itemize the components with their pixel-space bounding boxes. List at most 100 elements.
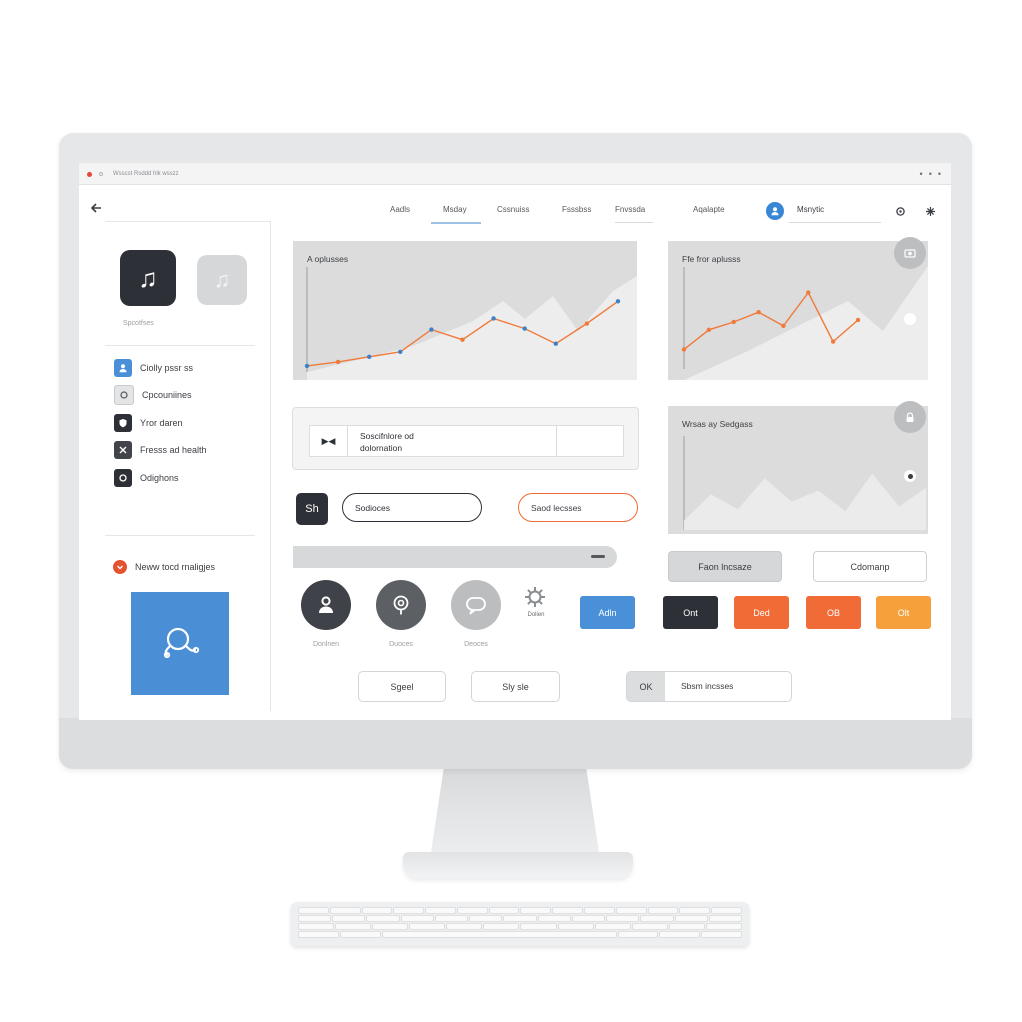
data-point — [855, 317, 861, 323]
sidebar-item-label: Fresss ad health — [140, 445, 207, 455]
gear-label: Dolien — [527, 612, 545, 618]
back-arrow-icon[interactable] — [89, 201, 103, 220]
circle-label-1: Donlnen — [312, 641, 340, 648]
tab-msday[interactable]: Msday — [431, 205, 481, 224]
data-point — [335, 359, 341, 365]
profile-avatar[interactable] — [766, 202, 784, 220]
circle-label-3: Deoces — [464, 641, 488, 648]
ont-button[interactable]: Ont — [663, 596, 718, 629]
chart-2-plot — [681, 266, 928, 380]
gear-icon[interactable] — [523, 585, 547, 614]
monitor-stand-base — [403, 852, 633, 878]
data-point — [706, 327, 712, 332]
sidebar-item-3[interactable]: Yror daren — [114, 413, 254, 433]
user-icon — [114, 359, 132, 377]
tab-fnvssda[interactable]: Fnvssda — [615, 205, 654, 223]
sidebar-item-2[interactable]: Cpcouniines — [114, 385, 254, 405]
adln-button[interactable]: Adln — [580, 596, 635, 629]
alert-label: Neww tocd rnaligjes — [135, 562, 216, 572]
ok-button[interactable]: OK — [627, 672, 665, 701]
circle-icon — [114, 469, 132, 487]
sidebar-item-label: Yror daren — [140, 418, 183, 428]
tab-fsssbss[interactable]: Fsssbss — [562, 205, 591, 222]
tab-aqalapte[interactable]: Aqalapte — [693, 205, 725, 222]
settings-icon[interactable] — [895, 204, 906, 222]
location-circle-icon[interactable] — [376, 580, 426, 630]
description-card: ▶◀ Soscifnlore od dolornation — [292, 407, 639, 470]
window-dot[interactable] — [99, 172, 103, 176]
chart-1-plot — [304, 267, 637, 380]
data-point — [553, 341, 558, 346]
chevron-down-icon — [113, 560, 127, 574]
progress-slider[interactable] — [293, 546, 617, 568]
chart-card-1: A oplusses — [293, 241, 637, 380]
camera-icon[interactable] — [894, 237, 926, 269]
description-field-end[interactable] — [557, 425, 624, 457]
close-window-dot[interactable] — [87, 172, 92, 177]
sgeel-button[interactable]: Sgeel — [358, 671, 446, 702]
sidebar-alert[interactable]: Neww tocd rnaligjes — [113, 560, 215, 574]
saod-lecsses-pill-button[interactable]: Saod lecsses — [518, 493, 638, 522]
user-icon — [771, 207, 779, 216]
circle-icon — [114, 385, 134, 405]
data-point — [756, 309, 761, 315]
app-tile-music-dark[interactable]: ♫ — [120, 250, 176, 306]
sidebar-item-4[interactable]: Fresss ad health — [114, 440, 254, 460]
circle-label-2: Duoces — [389, 641, 413, 648]
data-point — [681, 347, 687, 352]
link-icon — [163, 627, 200, 658]
data-point — [615, 299, 621, 304]
more-icon[interactable] — [925, 204, 936, 222]
ob-button[interactable]: OB — [806, 596, 861, 629]
profile-field[interactable]: Msnytic — [789, 205, 881, 223]
data-point — [830, 339, 836, 344]
shield-icon — [114, 414, 132, 432]
data-point — [522, 326, 527, 331]
window-control-2[interactable]: • — [929, 169, 932, 179]
promo-tile[interactable] — [131, 592, 229, 695]
dot-icon[interactable] — [904, 470, 916, 482]
sidebar-divider-3 — [105, 535, 255, 536]
chart-card-2: Ffe fror aplusss — [668, 237, 928, 380]
monitor-stand-neck — [430, 769, 600, 859]
sidebar-item-5[interactable]: Odighons — [114, 468, 254, 488]
chart-card-3: Wrsas ay Sedgass — [668, 401, 928, 534]
ok-field-group[interactable]: OK Sbsm incsses — [626, 671, 792, 702]
tools-icon — [114, 441, 132, 459]
lock-icon[interactable] — [894, 401, 926, 433]
sidebar-top-divider — [105, 221, 271, 222]
data-point — [460, 337, 465, 342]
chart-3-plot — [683, 436, 926, 530]
play-pause-icon[interactable]: ▶◀ — [310, 426, 348, 456]
description-field[interactable]: ▶◀ Soscifnlore od dolornation — [309, 425, 557, 457]
music-icon: ♫ — [138, 262, 158, 293]
chat-circle-icon[interactable] — [451, 580, 501, 630]
sodioces-pill-button[interactable]: Sodioces — [342, 493, 482, 522]
faon-lncsaze-button[interactable]: Faon lncsaze — [668, 551, 782, 582]
tab-cssnuiss[interactable]: Cssnuiss — [497, 205, 529, 222]
user-circle-icon[interactable] — [301, 580, 351, 630]
description-text: Soscifnlore od dolornation — [360, 430, 414, 454]
sidebar-divider — [270, 221, 271, 711]
sidebar-item-label: Ciolly pssr ss — [140, 363, 194, 373]
olt-button[interactable]: Olt — [876, 596, 931, 629]
window-control-3[interactable]: • — [938, 169, 941, 179]
app-tile-music-light[interactable]: ♫ — [197, 255, 247, 305]
ok-field-text[interactable]: Sbsm incsses — [681, 681, 733, 691]
data-point — [367, 354, 372, 360]
cdomanp-button[interactable]: Cdomanp — [813, 551, 927, 582]
minus-icon[interactable] — [591, 555, 605, 558]
data-point — [398, 349, 403, 354]
tab-aadls[interactable]: Aadls — [390, 205, 410, 222]
data-point — [584, 321, 590, 326]
data-point — [429, 327, 434, 332]
sly-sle-button[interactable]: Sly sle — [471, 671, 560, 702]
sh-button[interactable]: Sh — [296, 493, 328, 525]
sidebar-item-label: Cpcouniines — [142, 390, 192, 400]
app-caption: Spcotfses — [123, 320, 154, 327]
dot-icon[interactable] — [904, 313, 916, 325]
data-point — [731, 319, 736, 325]
ded-button[interactable]: Ded — [734, 596, 789, 629]
window-control-1[interactable]: • — [920, 169, 923, 179]
sidebar-item-1[interactable]: Ciolly pssr ss — [114, 358, 254, 378]
